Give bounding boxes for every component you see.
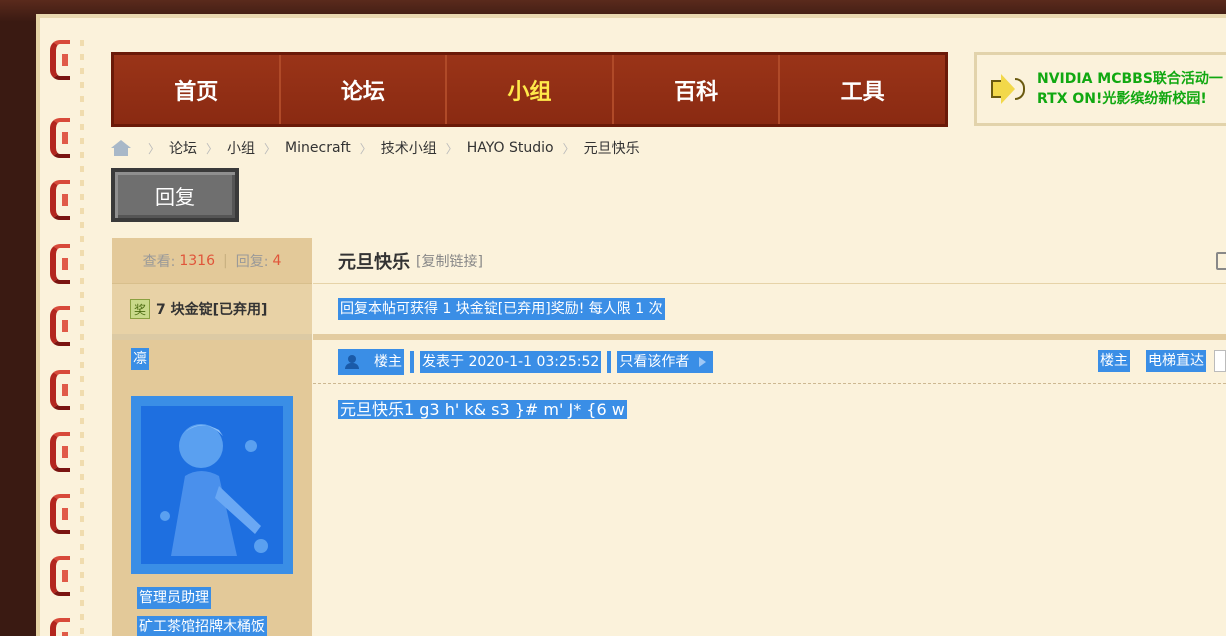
reply-button[interactable]: 回复 [111,168,239,222]
nav-item-home[interactable]: 首页 [114,55,281,124]
chevron-right-icon: 〉 [562,141,575,156]
author-name[interactable]: 凛 [131,348,149,370]
floor-label: 楼主 [374,353,402,370]
views-label: 查看: [142,253,176,270]
avatar[interactable] [131,396,293,574]
nav-item-wiki[interactable]: 百科 [613,55,781,124]
binding-decoration [50,40,74,636]
floor-number: 楼主 [1098,350,1130,372]
breadcrumb-item-current[interactable]: 元旦快乐 [584,138,640,158]
only-author-link[interactable]: 只看该作者 [617,350,692,373]
breadcrumb-item-hayo[interactable]: HAYO Studio [467,140,554,156]
post-time: 发表于 2020-1-1 03:25:52 [420,350,602,373]
reward-label: 7 块金锭[已弃用] [156,302,268,318]
nav-item-group[interactable]: 小组 [447,55,614,124]
user-group-primary[interactable]: 管理员助理 [137,587,211,609]
announcement-text[interactable]: NVIDIA MCBBS联合活动一 RTX ON!光影缤纷新校园! [1037,69,1223,109]
post-body-text: 元旦快乐1 g3 h' k& s3 }# m' J* {6 w [338,400,627,419]
announcement-line-1[interactable]: NVIDIA MCBBS联合活动一 [1037,69,1223,89]
thread-stats: 查看: 1316 | 回复: 4 [112,238,312,284]
copy-link[interactable]: [复制链接] [416,251,483,271]
floor-jump-input[interactable] [1214,350,1226,372]
announcement-box[interactable]: NVIDIA MCBBS联合活动一 RTX ON!光影缤纷新校园! [974,52,1226,126]
breadcrumb-item-forum[interactable]: 论坛 [169,138,197,158]
post-main: 元旦快乐 [复制链接] 回复本帖可获得 1 块金锭[已弃用]奖励! 每人限 1 … [313,238,1226,636]
chevron-right-icon: 〉 [206,141,219,156]
thread-title: 元旦快乐 [338,251,410,273]
nav-item-forum[interactable]: 论坛 [280,55,448,124]
speaker-icon [991,72,1025,106]
home-icon[interactable] [111,140,131,156]
replies-count: 4 [272,252,282,269]
award-icon: 奖 [130,299,150,319]
post-meta: 楼主 发表于 2020-1-1 03:25:52 只看该作者 楼主 电梯直达 [313,340,1226,384]
breadcrumb-item-group[interactable]: 小组 [227,138,255,158]
reward-banner: 回复本帖可获得 1 块金锭[已弃用]奖励! 每人限 1 次 [313,284,1226,334]
floor-owner-badge: 楼主 [338,348,404,375]
user-group-secondary[interactable]: 矿工茶馆招牌木桶饭 [137,616,267,636]
print-icon[interactable] [1216,252,1226,270]
replies-label: 回复: [235,253,269,270]
breadcrumb-item-minecraft[interactable]: Minecraft [285,140,351,156]
chevron-right-icon: 〉 [359,141,372,156]
views-count: 1316 [179,252,215,269]
breadcrumb: 〉 论坛 〉 小组 〉 Minecraft 〉 技术小组 〉 HAYO Stud… [111,138,640,158]
post-content: 元旦快乐1 g3 h' k& s3 }# m' J* {6 w [313,384,1226,422]
announcement-line-2[interactable]: RTX ON!光影缤纷新校园! [1037,89,1223,109]
author-sidebar: 查看: 1316 | 回复: 4 奖 7 块金锭[已弃用] 凛 管理员助理 矿工… [112,238,312,636]
elevator-link[interactable]: 电梯直达 [1146,350,1206,372]
chevron-right-icon: 〉 [148,141,161,156]
post-meta-right: 楼主 电梯直达 [1088,350,1226,372]
chevron-right-icon: 〉 [445,141,458,156]
arrow-right-icon[interactable] [691,350,714,373]
nav-item-tools[interactable]: 工具 [780,55,945,124]
chevron-right-icon: 〉 [264,141,277,156]
thread-title-row: 元旦快乐 [复制链接] [313,238,1226,284]
user-icon [340,348,364,375]
reward-banner-text: 回复本帖可获得 1 块金锭[已弃用]奖励! 每人限 1 次 [338,298,665,320]
main-nav: 首页 论坛 小组 百科 工具 [111,52,948,127]
reward-info: 奖 7 块金锭[已弃用] [112,284,312,334]
breadcrumb-item-tech-group[interactable]: 技术小组 [381,138,437,158]
binding-dots [80,40,84,636]
